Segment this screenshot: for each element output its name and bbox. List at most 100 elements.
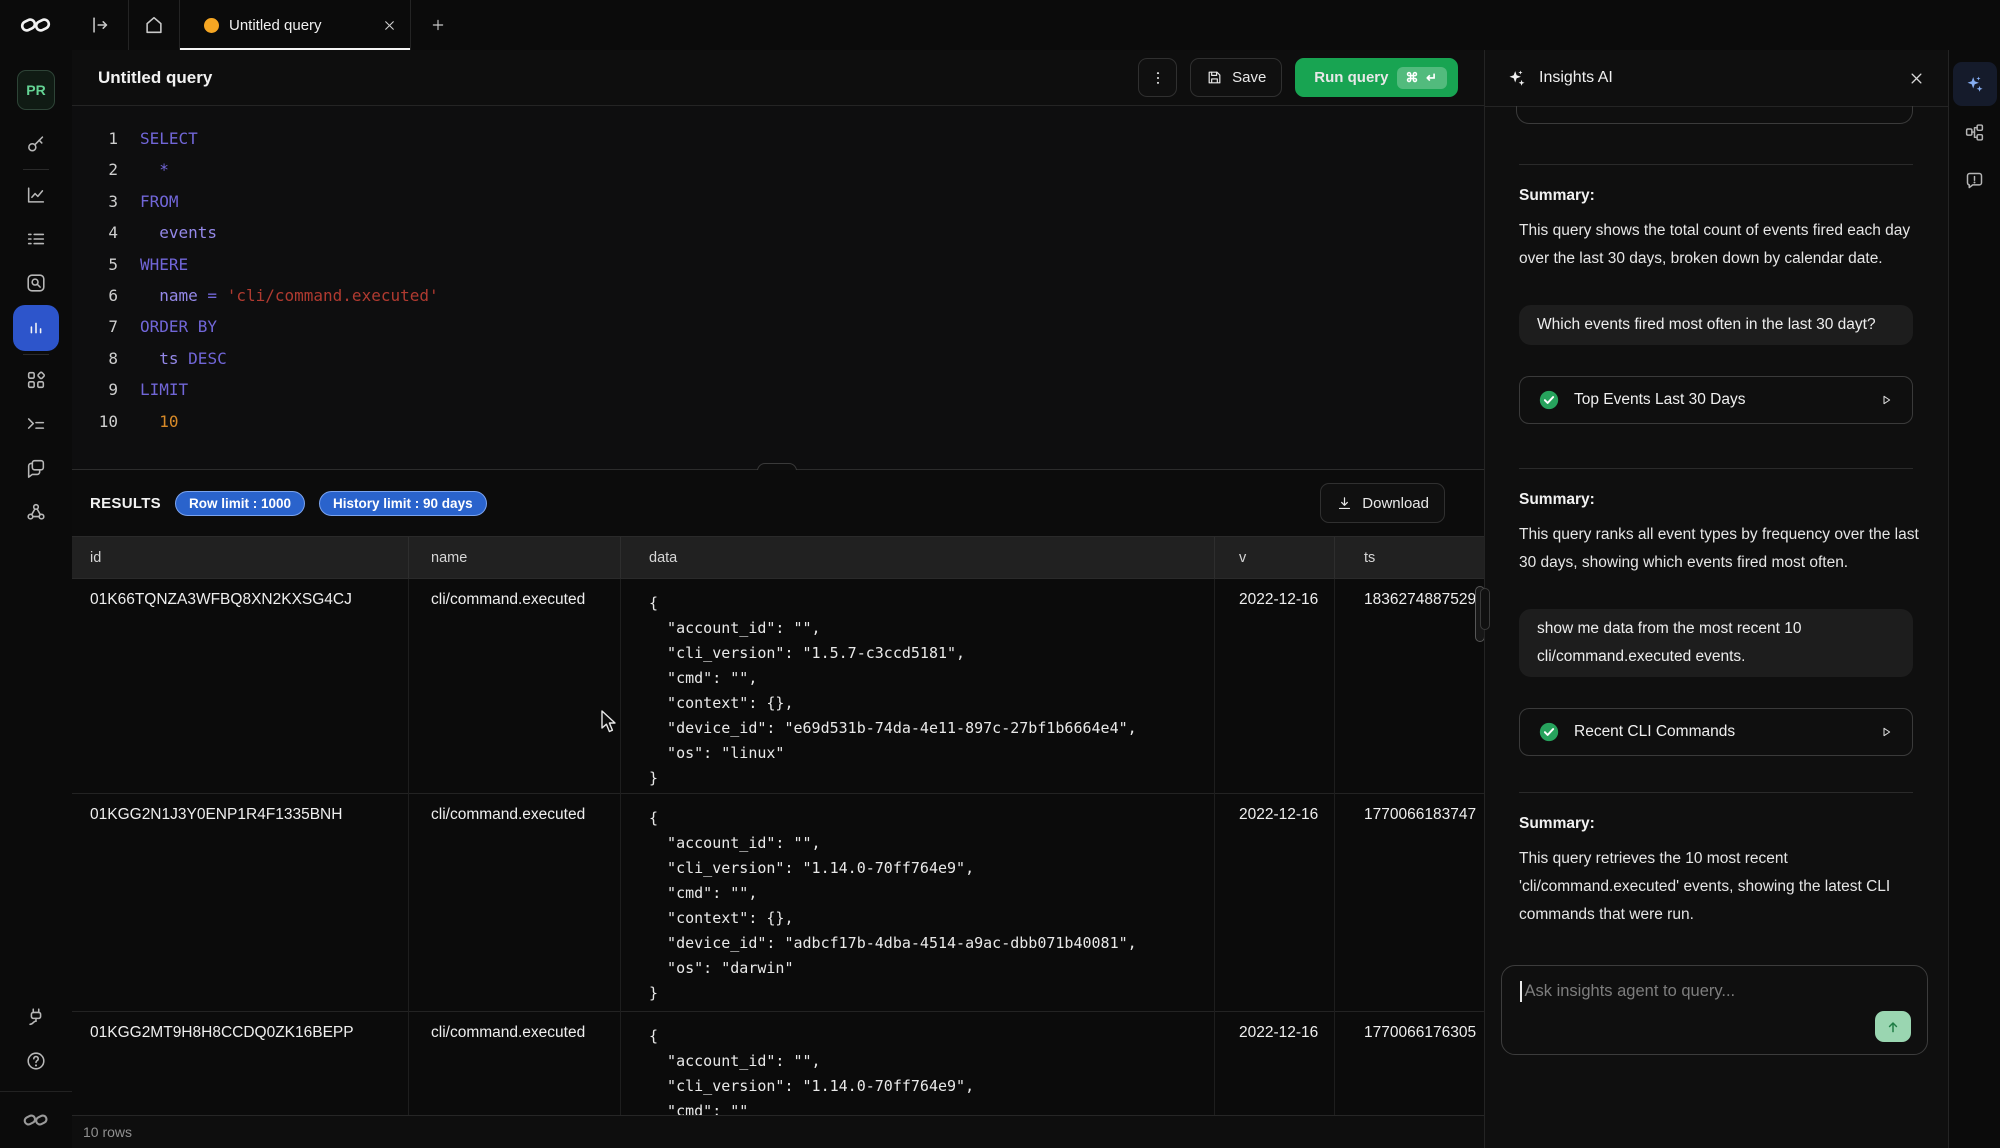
workspace-badge[interactable]: PR	[17, 70, 55, 110]
table-row[interactable]: 01KGG2N1J3Y0ENP1R4F1335BNHcli/command.ex…	[72, 794, 1484, 1012]
sidebar-item-plug[interactable]	[13, 995, 59, 1039]
sidebar-item-help[interactable]	[13, 1039, 59, 1083]
code-text: events	[118, 217, 217, 248]
insight-action-label: Top Events Last 30 Days	[1574, 391, 1745, 409]
query-title: Untitled query	[98, 68, 212, 88]
feedback-icon	[1964, 170, 1985, 191]
editor-line: 5WHERE	[72, 249, 1484, 280]
insight-action-button[interactable]: Recent CLI Commands	[1519, 708, 1913, 756]
save-label: Save	[1232, 69, 1266, 86]
insight-action-label: Recent CLI Commands	[1574, 723, 1735, 741]
editor-line: 10 10	[72, 406, 1484, 437]
collapse-sidebar-icon[interactable]	[72, 0, 129, 50]
table-row[interactable]: 01K66TQNZA3WFBQ8XN2KXSG4CJcli/command.ex…	[72, 579, 1484, 794]
insights-section: Summary:This query shows the total count…	[1519, 187, 1913, 424]
play-icon	[1878, 392, 1894, 408]
run-query-label: Run query	[1314, 69, 1388, 86]
editor-line: 8 ts DESC	[72, 343, 1484, 374]
line-number: 10	[72, 406, 118, 437]
sidebar-item-key[interactable]	[13, 122, 59, 166]
cell-ts: 1770066183747	[1364, 806, 1476, 823]
cell-data-json: { "account_id": "", "cli_version": "1.5.…	[649, 594, 1137, 787]
sidebar-item-chat[interactable]	[13, 446, 59, 490]
right-rail-item-feedback[interactable]	[1953, 158, 1997, 202]
code-text: *	[118, 154, 169, 185]
sparkles-icon	[1964, 74, 1985, 95]
editor-line: 3FROM	[72, 186, 1484, 217]
user-question-bubble: Which events fired most often in the las…	[1519, 305, 1913, 345]
sidebar-item-grid[interactable]	[13, 358, 59, 402]
close-insights-button[interactable]	[1909, 71, 1924, 86]
editor-line: 6 name = 'cli/command.executed'	[72, 280, 1484, 311]
line-number: 7	[72, 311, 118, 342]
search-box-icon	[25, 272, 47, 294]
summary-label: Summary:	[1519, 815, 1913, 833]
insights-divider	[1519, 468, 1913, 469]
cell-id: 01KGG2N1J3Y0ENP1R4F1335BNH	[90, 806, 342, 823]
sidebar-item-line-chart[interactable]	[13, 173, 59, 217]
cell-name: cli/command.executed	[431, 591, 585, 608]
plug-icon	[25, 1006, 47, 1028]
new-tab-icon[interactable]	[411, 0, 465, 50]
send-button[interactable]	[1875, 1011, 1911, 1042]
run-query-button[interactable]: Run query ⌘ ↵	[1295, 58, 1458, 97]
insight-action-button[interactable]: Top Events Last 30 Days	[1519, 376, 1913, 424]
limit-badge[interactable]: Row limit : 1000	[175, 491, 305, 516]
summary-label: Summary:	[1519, 491, 1913, 509]
summary-text: This query shows the total count of even…	[1519, 217, 1927, 273]
home-icon[interactable]	[129, 0, 180, 50]
download-icon	[1336, 495, 1353, 512]
download-label: Download	[1362, 495, 1429, 512]
close-icon	[1909, 71, 1924, 86]
more-options-button[interactable]	[1138, 58, 1177, 97]
insights-section: Summary:This query ranks all event types…	[1519, 491, 1913, 756]
sparkles-icon	[1506, 68, 1527, 89]
column-header-id: id	[72, 537, 408, 578]
editor-line: 2 *	[72, 154, 1484, 185]
insights-divider	[1519, 792, 1913, 793]
line-number: 4	[72, 217, 118, 248]
cell-name: cli/command.executed	[431, 1024, 585, 1041]
cell-data-json: { "account_id": "", "cli_version": "1.14…	[649, 1027, 974, 1115]
text-cursor	[1520, 981, 1522, 1002]
insights-input[interactable]: Ask insights agent to query...	[1501, 965, 1928, 1055]
tab-untitled-query[interactable]: Untitled query	[180, 0, 411, 50]
sidebar-item-list[interactable]	[13, 217, 59, 261]
code-text: FROM	[118, 186, 179, 217]
right-rail-item-tree[interactable]	[1953, 110, 1997, 154]
insights-section: Summary:This query retrieves the 10 most…	[1519, 815, 1913, 929]
summary-text: This query retrieves the 10 most recent …	[1519, 845, 1927, 929]
insights-header: Insights AI	[1485, 50, 1948, 107]
help-icon	[25, 1050, 47, 1072]
sidebar-item-search-box[interactable]	[13, 261, 59, 305]
left-sidebar: PR	[0, 0, 73, 1148]
download-button[interactable]: Download	[1320, 483, 1445, 523]
tree-icon	[1964, 122, 1985, 143]
sql-editor[interactable]: 1SELECT2 *3FROM4 events5WHERE6 name = 'c…	[72, 106, 1484, 469]
panel-resize-handle[interactable]	[1480, 588, 1490, 630]
sidebar-item-terminal[interactable]	[13, 402, 59, 446]
line-number: 1	[72, 123, 118, 154]
sidebar-item-bar-chart[interactable]	[13, 305, 59, 351]
table-row[interactable]: 01KGG2MT9H8H8CCDQ0ZK16BEPPcli/command.ex…	[72, 1012, 1484, 1115]
sidebar-divider	[23, 354, 49, 355]
grid-icon	[25, 369, 47, 391]
input-placeholder: Ask insights agent to query...	[1525, 982, 1736, 1000]
app-logo-icon	[0, 0, 72, 50]
insights-scroll-area[interactable]: Summary: This query shows the total count…	[1485, 106, 1948, 1148]
code-text: name = 'cli/command.executed'	[118, 280, 439, 311]
sidebar-item-share-nodes[interactable]	[13, 490, 59, 534]
user-question-bubble: show me data from the most recent 10 cli…	[1519, 609, 1913, 677]
tab-close-icon[interactable]	[383, 19, 396, 32]
save-button[interactable]: Save	[1190, 58, 1282, 97]
editor-line: 1SELECT	[72, 123, 1484, 154]
tab-label: Untitled query	[229, 17, 322, 34]
results-toolbar: RESULTS Row limit : 1000History limit : …	[72, 470, 1484, 536]
scrolled-card-edge	[1516, 106, 1913, 124]
line-chart-icon	[25, 184, 47, 206]
sidebar-divider	[23, 169, 49, 170]
limit-badge[interactable]: History limit : 90 days	[319, 491, 487, 516]
play-icon	[1878, 724, 1894, 740]
right-rail-item-sparkles[interactable]	[1953, 62, 1997, 106]
line-number: 2	[72, 154, 118, 185]
